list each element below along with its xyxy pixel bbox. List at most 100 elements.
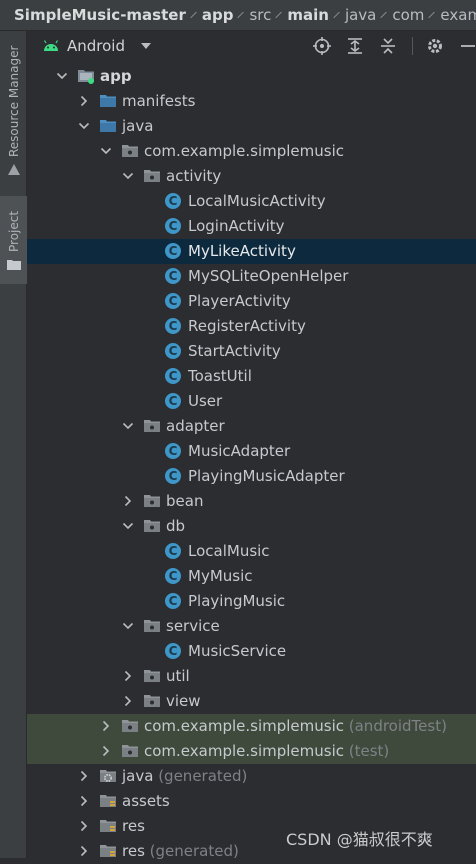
class-icon: C	[165, 593, 181, 609]
tree-item-name: assets	[122, 792, 170, 810]
tree-item-com-example-simplemusic[interactable]: com.example.simplemusic (test)	[27, 739, 476, 764]
tree-item-suffix: (generated)	[153, 767, 248, 785]
locate-icon[interactable]	[313, 37, 331, 55]
breadcrumb-separator-icon	[190, 11, 197, 19]
generated-folder-icon	[100, 770, 116, 783]
tree-item-name: MySQLiteOpenHelper	[188, 267, 349, 285]
chevron-right-icon[interactable]	[76, 793, 92, 809]
breadcrumb: SimpleMusic-master appsrcmain javacomexam	[0, 0, 476, 31]
tree-item-com-example-simplemusic[interactable]: com.example.simplemusic (androidTest)	[27, 714, 476, 739]
chevron-right-icon[interactable]	[76, 818, 92, 834]
package-icon	[144, 620, 160, 632]
tree-item-com-example-simplemusic[interactable]: com.example.simplemusic	[27, 139, 476, 164]
chevron-down-icon[interactable]	[76, 118, 92, 134]
tree-item-bean[interactable]: bean	[27, 489, 476, 514]
breadcrumb-item[interactable]: src	[249, 6, 271, 24]
tree-item-loginactivity[interactable]: C LoginActivity	[27, 214, 476, 239]
tree-item-mysqliteopenhelper[interactable]: C MySQLiteOpenHelper	[27, 264, 476, 289]
collapse-all-icon[interactable]	[379, 37, 397, 55]
tree-item-db[interactable]: db	[27, 514, 476, 539]
class-icon: C	[165, 243, 181, 259]
breadcrumb-item[interactable]: exam	[440, 6, 476, 24]
tree-item-mymusic[interactable]: C MyMusic	[27, 564, 476, 589]
tree-item-label: bean	[166, 492, 203, 510]
chevron-right-icon[interactable]	[76, 843, 92, 859]
tree-item-localmusicactivity[interactable]: C LocalMusicActivity	[27, 189, 476, 214]
package-icon	[144, 170, 160, 182]
folder-icon	[100, 120, 116, 132]
tree-item-java[interactable]: java	[27, 114, 476, 139]
package-icon	[144, 670, 160, 682]
chevron-down-icon[interactable]	[120, 518, 136, 534]
package-icon	[144, 520, 160, 532]
view-mode-select[interactable]: Android	[43, 37, 151, 55]
breadcrumb-item[interactable]: app	[202, 6, 234, 24]
tree-item-toastutil[interactable]: C ToastUtil	[27, 364, 476, 389]
class-icon: C	[165, 468, 181, 484]
tree-item-localmusic[interactable]: C LocalMusic	[27, 539, 476, 564]
tree-item-manifests[interactable]: manifests	[27, 89, 476, 114]
tree-item-assets[interactable]: assets	[27, 789, 476, 814]
tree-item-label: assets	[122, 792, 170, 810]
chevron-right-icon[interactable]	[76, 768, 92, 784]
tree-item-playeractivity[interactable]: C PlayerActivity	[27, 289, 476, 314]
chevron-down-icon[interactable]	[120, 168, 136, 184]
class-icon: C	[165, 268, 181, 284]
breadcrumb-separator-icon	[275, 11, 283, 19]
module-icon	[78, 70, 94, 84]
tree-item-view[interactable]: view	[27, 689, 476, 714]
settings-gear-icon[interactable]	[426, 37, 444, 55]
tree-item-name: adapter	[166, 417, 225, 435]
tree-item-activity[interactable]: activity	[27, 164, 476, 189]
tree-item-label: java	[122, 117, 153, 135]
chevron-down-icon[interactable]	[120, 418, 136, 434]
tree-item-mylikeactivity[interactable]: C MyLikeActivity	[27, 239, 476, 264]
breadcrumb-item[interactable]: com	[392, 6, 424, 24]
tree-item-label: LocalMusicActivity	[188, 192, 326, 210]
tree-item-name: res	[122, 842, 145, 860]
tree-item-label: com.example.simplemusic (androidTest)	[144, 717, 447, 735]
tree-item-musicservice[interactable]: C MusicService	[27, 639, 476, 664]
tree-item-playingmusic[interactable]: C PlayingMusic	[27, 589, 476, 614]
chevron-down-icon[interactable]	[120, 618, 136, 634]
project-tab[interactable]: Project	[0, 196, 27, 284]
tree-item-util[interactable]: util	[27, 664, 476, 689]
chevron-right-icon[interactable]	[98, 743, 114, 759]
tree-item-label: MusicService	[188, 642, 286, 660]
resource-manager-tab[interactable]: Resource Manager	[0, 31, 27, 181]
package-icon	[144, 695, 160, 707]
chevron-right-icon[interactable]	[120, 493, 136, 509]
chevron-right-icon[interactable]	[76, 93, 92, 109]
tree-item-java[interactable]: java (generated)	[27, 764, 476, 789]
tree-item-musicadapter[interactable]: C MusicAdapter	[27, 439, 476, 464]
expand-all-icon[interactable]	[346, 37, 364, 55]
tree-item-service[interactable]: service	[27, 614, 476, 639]
tree-item-label: MySQLiteOpenHelper	[188, 267, 348, 285]
tree-item-name: com.example.simplemusic	[144, 717, 344, 735]
tree-item-startactivity[interactable]: C StartActivity	[27, 339, 476, 364]
hide-panel-icon[interactable]	[459, 37, 476, 55]
watermark: CSDN @猫叔很不爽	[286, 830, 433, 849]
tree-item-registeractivity[interactable]: C RegisterActivity	[27, 314, 476, 339]
tree-item-label: com.example.simplemusic	[144, 142, 344, 160]
package-icon	[122, 720, 138, 732]
package-icon	[122, 745, 138, 757]
tree-item-label: LocalMusic	[188, 542, 270, 560]
tree-item-app[interactable]: app	[27, 64, 476, 89]
breadcrumb-item[interactable]: java	[345, 6, 376, 24]
package-icon	[144, 420, 160, 432]
tree-item-name: MusicAdapter	[188, 442, 291, 460]
tree-item-name: RegisterActivity	[188, 317, 306, 335]
tree-item-user[interactable]: C User	[27, 389, 476, 414]
chevron-right-icon[interactable]	[120, 668, 136, 684]
chevron-down-icon[interactable]	[98, 143, 114, 159]
tree-item-suffix: (androidTest)	[344, 717, 447, 735]
chevron-down-icon[interactable]	[54, 68, 70, 84]
class-icon: C	[165, 643, 181, 659]
breadcrumb-item[interactable]: SimpleMusic-master	[14, 6, 186, 24]
chevron-right-icon[interactable]	[98, 718, 114, 734]
tree-item-playingmusicadapter[interactable]: C PlayingMusicAdapter	[27, 464, 476, 489]
tree-item-adapter[interactable]: adapter	[27, 414, 476, 439]
breadcrumb-item[interactable]: main	[287, 6, 329, 24]
chevron-right-icon[interactable]	[120, 693, 136, 709]
